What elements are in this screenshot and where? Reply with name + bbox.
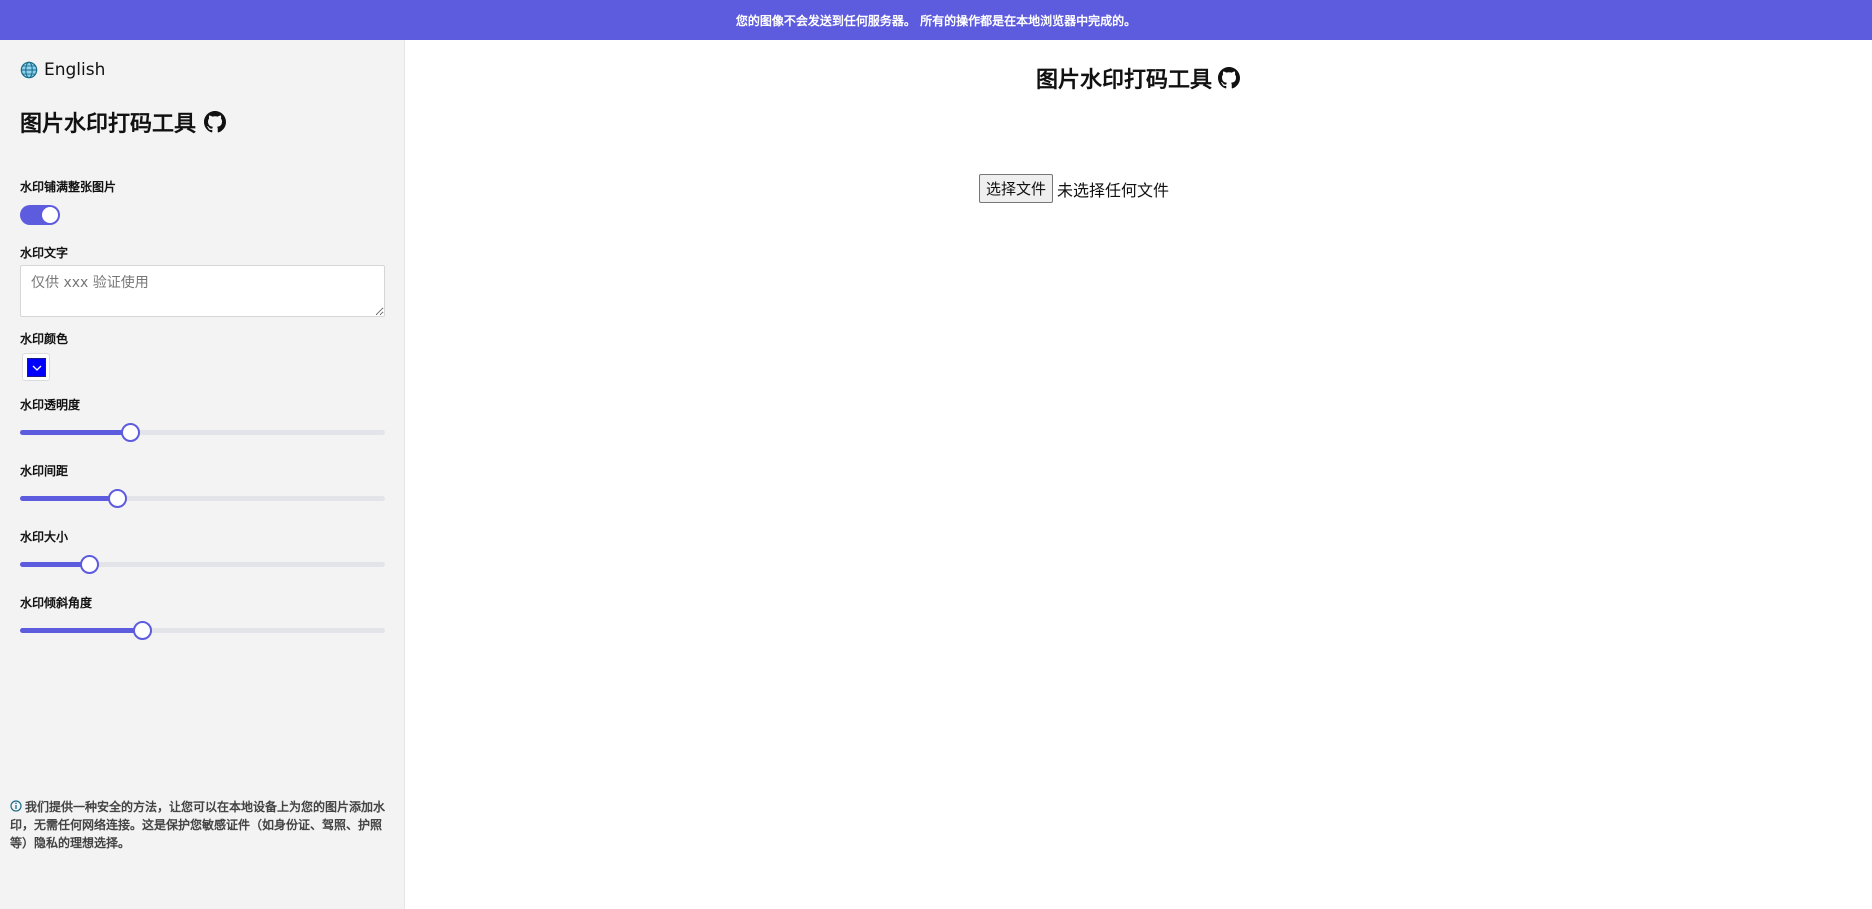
size-label: 水印大小 — [20, 530, 69, 544]
github-icon[interactable] — [1218, 67, 1241, 89]
sidebar-title-text: 图片水印打码工具 — [20, 112, 197, 137]
main-title: 图片水印打码工具 — [1036, 62, 1241, 94]
privacy-banner: 您的图像不会发送到任何服务器。 所有的操作都是在本地浏览器中完成的。 — [0, 0, 1872, 40]
slider-fill — [20, 496, 117, 501]
slider-fill — [20, 430, 130, 435]
slider-thumb[interactable] — [80, 555, 100, 574]
slider-fill — [20, 562, 90, 567]
privacy-info-text: 我们提供一种安全的方法，让您可以在本地设备上为您的图片添加水印，无需任何网络连接… — [10, 800, 386, 850]
opacity-label: 水印透明度 — [20, 398, 81, 412]
settings-sidebar: English 图片水印打码工具 水印铺满整张图片 水印文字 水印颜色 水印透明… — [0, 40, 405, 909]
toggle-knob — [42, 207, 58, 223]
slider-thumb[interactable] — [107, 489, 127, 508]
sidebar-title: 图片水印打码工具 — [20, 106, 227, 138]
angle-slider[interactable] — [20, 620, 385, 640]
privacy-info: 我们提供一种安全的方法，让您可以在本地设备上为您的图片添加水印，无需任何网络连接… — [10, 798, 390, 852]
info-circle-icon — [10, 800, 22, 812]
watermark-text-label: 水印文字 — [20, 246, 69, 260]
choose-file-button[interactable]: 选择文件 — [979, 174, 1054, 203]
main-title-text: 图片水印打码工具 — [1036, 68, 1213, 93]
angle-label: 水印倾斜角度 — [20, 596, 93, 610]
spacing-slider[interactable] — [20, 488, 385, 508]
globe-icon — [20, 61, 38, 79]
tile-label: 水印铺满整张图片 — [20, 180, 117, 194]
chevron-down-icon — [32, 365, 42, 371]
watermark-color-label: 水印颜色 — [20, 332, 69, 346]
file-picker: 选择文件 未选择任何文件 — [979, 174, 1169, 203]
tile-toggle[interactable] — [20, 205, 60, 225]
language-switcher[interactable]: English — [20, 60, 105, 80]
privacy-banner-text: 您的图像不会发送到任何服务器。 所有的操作都是在本地浏览器中完成的。 — [735, 13, 1137, 28]
spacing-label: 水印间距 — [20, 464, 69, 478]
size-slider[interactable] — [20, 554, 385, 574]
github-icon[interactable] — [204, 111, 227, 133]
watermark-text-input[interactable] — [20, 265, 385, 317]
watermark-color-picker[interactable] — [22, 353, 50, 381]
slider-fill — [20, 628, 143, 633]
slider-thumb[interactable] — [120, 423, 140, 442]
opacity-slider[interactable] — [20, 422, 385, 442]
no-file-text: 未选择任何文件 — [1057, 180, 1170, 200]
language-label: English — [44, 60, 106, 80]
slider-thumb[interactable] — [133, 621, 153, 640]
